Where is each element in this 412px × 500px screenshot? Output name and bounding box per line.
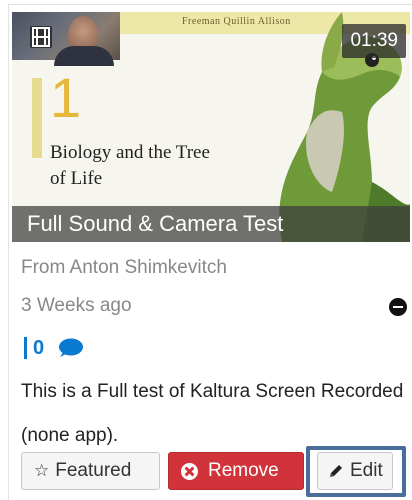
- comment-count[interactable]: 0: [33, 337, 44, 360]
- pencil-icon: [328, 463, 344, 479]
- edit-button[interactable]: Edit: [317, 452, 393, 490]
- featured-button-label: Featured: [55, 460, 132, 481]
- video-description: This is a Full test of Kaltura Screen Re…: [21, 381, 404, 446]
- thumbnail-chapter-rule: [32, 78, 42, 158]
- video-stats: 0: [24, 335, 84, 361]
- thumbnail-chapter-title: Biology and the Tree of Life: [50, 142, 210, 189]
- speech-bubble-icon[interactable]: [56, 337, 84, 359]
- star-outline-icon: ☆: [34, 461, 50, 480]
- webcam-overlay: [12, 12, 120, 66]
- stats-separator: [24, 337, 27, 359]
- featured-button[interactable]: ☆ Featured: [21, 452, 160, 490]
- edit-button-label: Edit: [350, 460, 383, 481]
- remove-button-label: Remove: [208, 460, 279, 481]
- x-circle-icon: [181, 462, 198, 480]
- minus-circle-icon[interactable]: [389, 298, 407, 316]
- video-date: 3 Weeks ago: [21, 295, 132, 316]
- film-icon: [30, 26, 52, 48]
- video-thumbnail[interactable]: Freeman Quillin Allison 1 Biology and th…: [12, 12, 410, 242]
- video-title[interactable]: Full Sound & Camera Test: [12, 206, 410, 242]
- video-duration: 01:39: [342, 24, 406, 58]
- thumbnail-chapter-number: 1: [50, 66, 82, 129]
- remove-button[interactable]: Remove: [168, 452, 304, 490]
- video-owner: From Anton Shimkevitch: [21, 257, 227, 278]
